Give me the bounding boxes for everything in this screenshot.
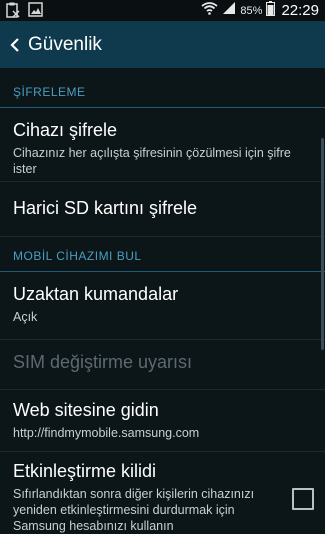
item-title: Web sitesine gidin — [13, 400, 159, 420]
item-subtitle: http://findmymobile.samsung.com — [13, 426, 200, 440]
status-bar: 85% 22:29 — [0, 0, 325, 21]
item-title: Harici SD kartını şifrele — [13, 198, 198, 218]
clock: 22:29 — [281, 2, 319, 19]
settings-list[interactable]: ŞİFRELEME Cihazı şifrele Cihazınız her a… — [0, 68, 325, 533]
wifi-icon — [201, 1, 218, 20]
reactivation-lock-checkbox[interactable] — [292, 488, 314, 510]
sim-change-alert-item: SIM değiştirme uyarısı — [0, 340, 325, 390]
notification-icons — [6, 2, 43, 23]
signal-icon — [222, 1, 236, 20]
image-icon — [28, 2, 43, 23]
item-subtitle: Sıfırlandıktan sonra diğer kişilerin cih… — [13, 487, 255, 533]
battery-icon — [266, 0, 276, 21]
reactivation-lock-item[interactable]: Etkinleştirme kilidi Sıfırlandıktan sonr… — [0, 452, 325, 533]
section-header-encryption: ŞİFRELEME — [0, 68, 325, 108]
go-to-website-item[interactable]: Web sitesine gidin http://findmymobile.s… — [0, 390, 325, 452]
item-subtitle: Cihazınız her açılışta şifresinin çözülm… — [13, 146, 291, 176]
item-title: Etkinleştirme kilidi — [13, 461, 157, 481]
remote-controls-item[interactable]: Uzaktan kumandalar Açık — [0, 272, 325, 340]
action-bar: Güvenlik — [0, 21, 325, 68]
chevron-left-icon — [10, 37, 19, 52]
encrypt-device-item[interactable]: Cihazı şifrele Cihazınız her açılışta şi… — [0, 108, 325, 182]
section-header-find-my-mobile: MOBİL CİHAZIMI BUL — [0, 237, 325, 272]
scrollbar[interactable] — [321, 138, 324, 350]
item-subtitle: Açık — [13, 310, 38, 324]
encrypt-sd-item[interactable]: Harici SD kartını şifrele — [0, 182, 325, 237]
page-title: Güvenlik — [28, 33, 102, 55]
back-button[interactable] — [4, 21, 26, 68]
battery-percentage: 85% — [240, 4, 263, 17]
item-title: Uzaktan kumandalar — [13, 284, 179, 304]
clipboard-x-icon — [6, 2, 20, 23]
item-title: Cihazı şifrele — [13, 120, 118, 140]
item-title: SIM değiştirme uyarısı — [13, 352, 193, 372]
